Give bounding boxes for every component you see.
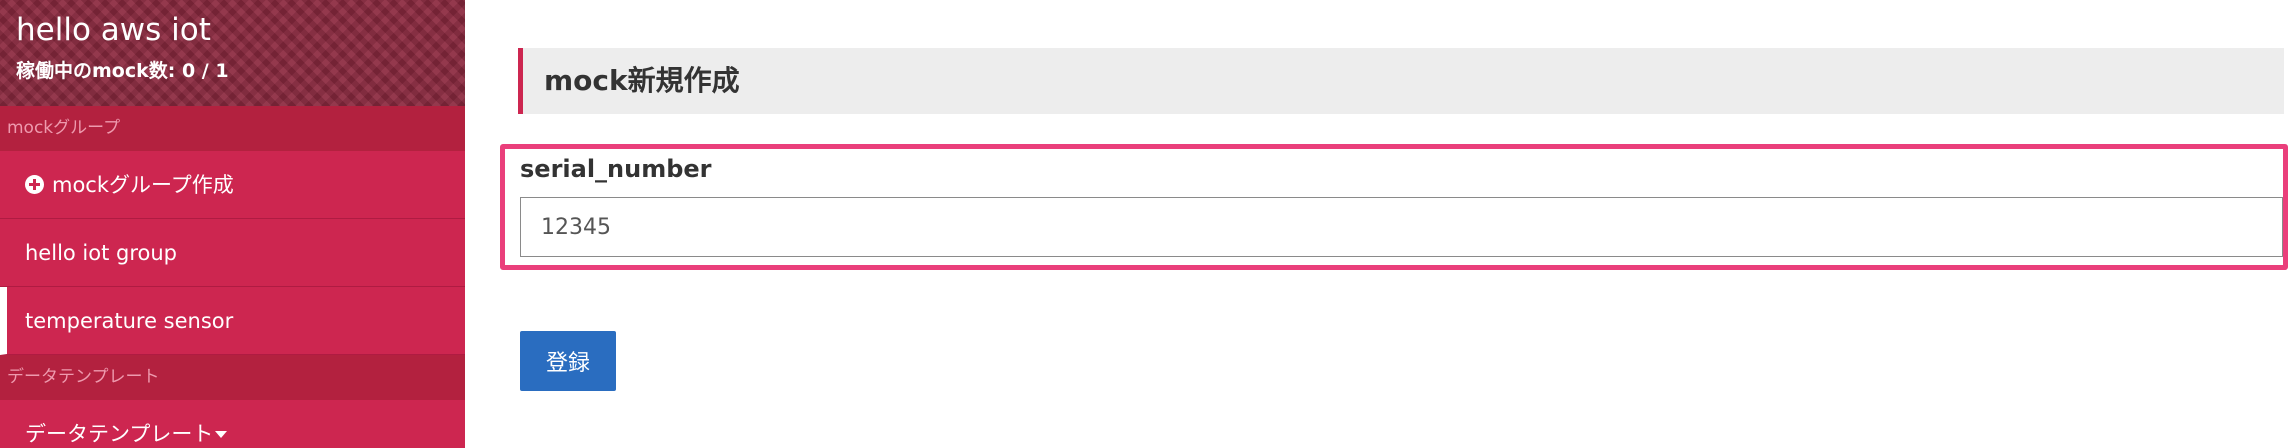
page-header: mock新規作成 [518,48,2284,114]
page-title: mock新規作成 [544,64,740,97]
app-title[interactable]: hello aws iot [16,10,211,50]
serial-number-label: serial_number [520,155,712,183]
sidebar-item-label: mockグループ作成 [52,173,234,197]
caret-down-icon [215,431,228,438]
sidebar-item-hello-iot-group[interactable]: hello iot group [0,219,465,287]
plus-circle-icon [25,175,44,194]
app-window: hello aws iot 稼働中のmock数: 0 / 1 mockグループ … [0,0,2292,448]
sidebar-item-data-templates-dropdown[interactable]: データテンプレート [0,400,465,448]
serial-number-input[interactable] [520,197,2283,257]
section-header-data-templates: データテンプレート [0,355,465,400]
sidebar-item-label: temperature sensor [25,309,234,333]
register-button[interactable]: 登録 [520,331,616,391]
sidebar-item-temperature-sensor[interactable]: temperature sensor [0,287,465,355]
running-mock-count: 稼働中のmock数: 0 / 1 [16,60,229,82]
sidebar-item-create-mock-group[interactable]: mockグループ作成 [0,151,465,219]
sidebar: hello aws iot 稼働中のmock数: 0 / 1 mockグループ … [0,0,465,448]
sidebar-item-label: データテンプレート [25,422,214,446]
section-header-mock-groups: mockグループ [0,106,465,151]
sidebar-item-label: hello iot group [25,241,178,265]
sidebar-header: hello aws iot 稼働中のmock数: 0 / 1 [0,0,465,106]
